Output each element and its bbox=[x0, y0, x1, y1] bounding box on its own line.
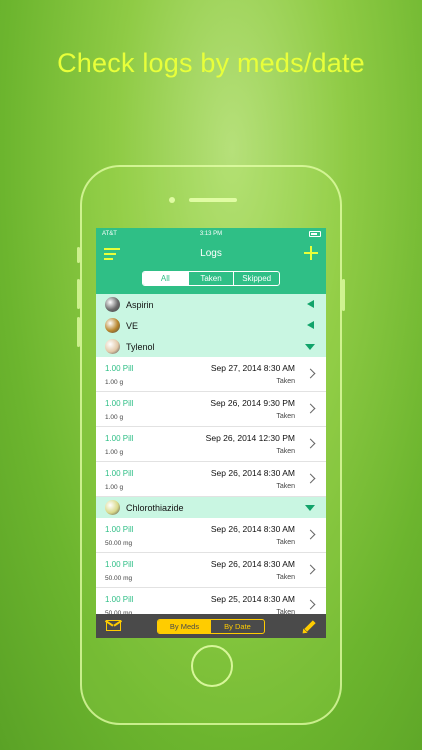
front-camera bbox=[169, 197, 175, 203]
view-mode-toggle: By Meds By Date bbox=[157, 619, 265, 634]
dose-label: 1.00 Pill bbox=[105, 434, 134, 443]
plus-icon[interactable] bbox=[304, 246, 318, 260]
med-name: Aspirin bbox=[126, 299, 154, 310]
log-row[interactable]: 1.00 Pill 1.00 g Sep 26, 2014 9:30 PM Taken bbox=[96, 392, 326, 427]
status-label: Taken bbox=[276, 574, 295, 581]
pill-photo-icon bbox=[105, 500, 120, 515]
med-header[interactable]: Tylenol bbox=[96, 336, 326, 357]
med-header[interactable]: Chlorothiazide bbox=[96, 497, 326, 518]
filter-skipped[interactable]: Skipped bbox=[233, 272, 279, 285]
date-label: Sep 26, 2014 12:30 PM bbox=[205, 433, 295, 443]
dose-label: 1.00 Pill bbox=[105, 469, 134, 478]
filter-all[interactable]: All bbox=[143, 272, 188, 285]
status-label: Taken bbox=[276, 539, 295, 546]
status-label: Taken bbox=[276, 448, 295, 455]
filter-taken[interactable]: Taken bbox=[187, 272, 234, 285]
med-header[interactable]: Aspirin bbox=[96, 294, 326, 315]
log-row[interactable]: 1.00 Pill 1.00 g Sep 26, 2014 12:30 PM Take… bbox=[96, 427, 326, 462]
status-bar: AT&T 3:13 PM bbox=[96, 228, 326, 240]
log-row[interactable]: 1.00 Pill 1.00 g Sep 27, 2014 8:30 AM Taken bbox=[96, 357, 326, 392]
dose-label: 1.00 Pill bbox=[105, 364, 134, 373]
pill-photo-icon bbox=[105, 297, 120, 312]
chevron-right-icon[interactable] bbox=[305, 368, 316, 379]
chevron-right-icon[interactable] bbox=[305, 473, 316, 484]
status-label: Taken bbox=[276, 378, 295, 385]
date-label: Sep 26, 2014 8:30 AM bbox=[210, 468, 295, 478]
triangle-down-icon[interactable] bbox=[305, 505, 315, 511]
triangle-left-icon[interactable] bbox=[307, 321, 314, 329]
med-name: Chlorothiazide bbox=[126, 502, 184, 513]
pill-photo-icon bbox=[105, 339, 120, 354]
amount-label: 1.00 g bbox=[105, 484, 124, 491]
date-label: Sep 26, 2014 9:30 PM bbox=[210, 398, 295, 408]
med-log-list: Aspirin VE Tylenol 1.00 Pill 1.00 g Sep 27, 2… bbox=[96, 294, 326, 623]
amount-label: 50.00 mg bbox=[105, 575, 133, 582]
date-label: Sep 27, 2014 8:30 AM bbox=[210, 363, 295, 373]
home-button[interactable] bbox=[191, 645, 233, 687]
mail-icon[interactable] bbox=[106, 620, 121, 631]
bottom-toolbar: By Meds By Date bbox=[96, 614, 326, 638]
amount-label: 1.00 g bbox=[105, 379, 124, 386]
amount-label: 1.00 g bbox=[105, 449, 124, 456]
chevron-right-icon[interactable] bbox=[305, 438, 316, 449]
status-label: Taken bbox=[276, 483, 295, 490]
status-label: Taken bbox=[276, 413, 295, 420]
date-label: Sep 25, 2014 8:30 AM bbox=[210, 594, 295, 604]
pencil-icon[interactable] bbox=[300, 619, 316, 636]
med-name: VE bbox=[126, 320, 139, 331]
chevron-right-icon[interactable] bbox=[305, 564, 316, 575]
dose-label: 1.00 Pill bbox=[105, 560, 134, 569]
dose-label: 1.00 Pill bbox=[105, 595, 134, 604]
chevron-right-icon[interactable] bbox=[305, 529, 316, 540]
clock: 3:13 PM bbox=[199, 231, 223, 237]
date-label: Sep 26, 2014 8:30 AM bbox=[210, 524, 295, 534]
log-filter: All Taken Skipped bbox=[142, 271, 280, 286]
date-label: Sep 26, 2014 8:30 AM bbox=[210, 559, 295, 569]
amount-label: 50.00 mg bbox=[105, 540, 133, 547]
by-meds-tab[interactable]: By Meds bbox=[158, 620, 211, 633]
chevron-right-icon[interactable] bbox=[305, 599, 316, 610]
triangle-down-icon[interactable] bbox=[305, 344, 315, 350]
power-button bbox=[342, 279, 345, 311]
log-row[interactable]: 1.00 Pill 50.00 mg Sep 26, 2014 8:30 AM Tak… bbox=[96, 518, 326, 553]
volume-down-button bbox=[77, 317, 80, 347]
dose-label: 1.00 Pill bbox=[105, 399, 134, 408]
amount-label: 1.00 g bbox=[105, 414, 124, 421]
earpiece-speaker bbox=[189, 198, 237, 202]
log-row[interactable]: 1.00 Pill 50.00 mg Sep 26, 2014 8:30 AM Tak… bbox=[96, 553, 326, 588]
mute-switch bbox=[77, 247, 80, 263]
med-name: Tylenol bbox=[126, 341, 155, 352]
pill-photo-icon bbox=[105, 318, 120, 333]
log-row[interactable]: 1.00 Pill 1.00 g Sep 26, 2014 8:30 AM Taken bbox=[96, 462, 326, 497]
headline: Check logs by meds/date bbox=[57, 48, 365, 78]
chevron-right-icon[interactable] bbox=[305, 403, 316, 414]
volume-up-button bbox=[77, 279, 80, 309]
battery-icon bbox=[309, 231, 321, 237]
by-date-tab[interactable]: By Date bbox=[211, 620, 264, 633]
dose-label: 1.00 Pill bbox=[105, 525, 134, 534]
nav-bar: Logs All Taken Skipped bbox=[96, 240, 326, 294]
med-header[interactable]: VE bbox=[96, 315, 326, 336]
app-screen: AT&T 3:13 PM Logs All Taken Skipped Aspi… bbox=[96, 228, 326, 638]
page-title: Logs bbox=[200, 248, 222, 259]
triangle-left-icon[interactable] bbox=[307, 300, 314, 308]
